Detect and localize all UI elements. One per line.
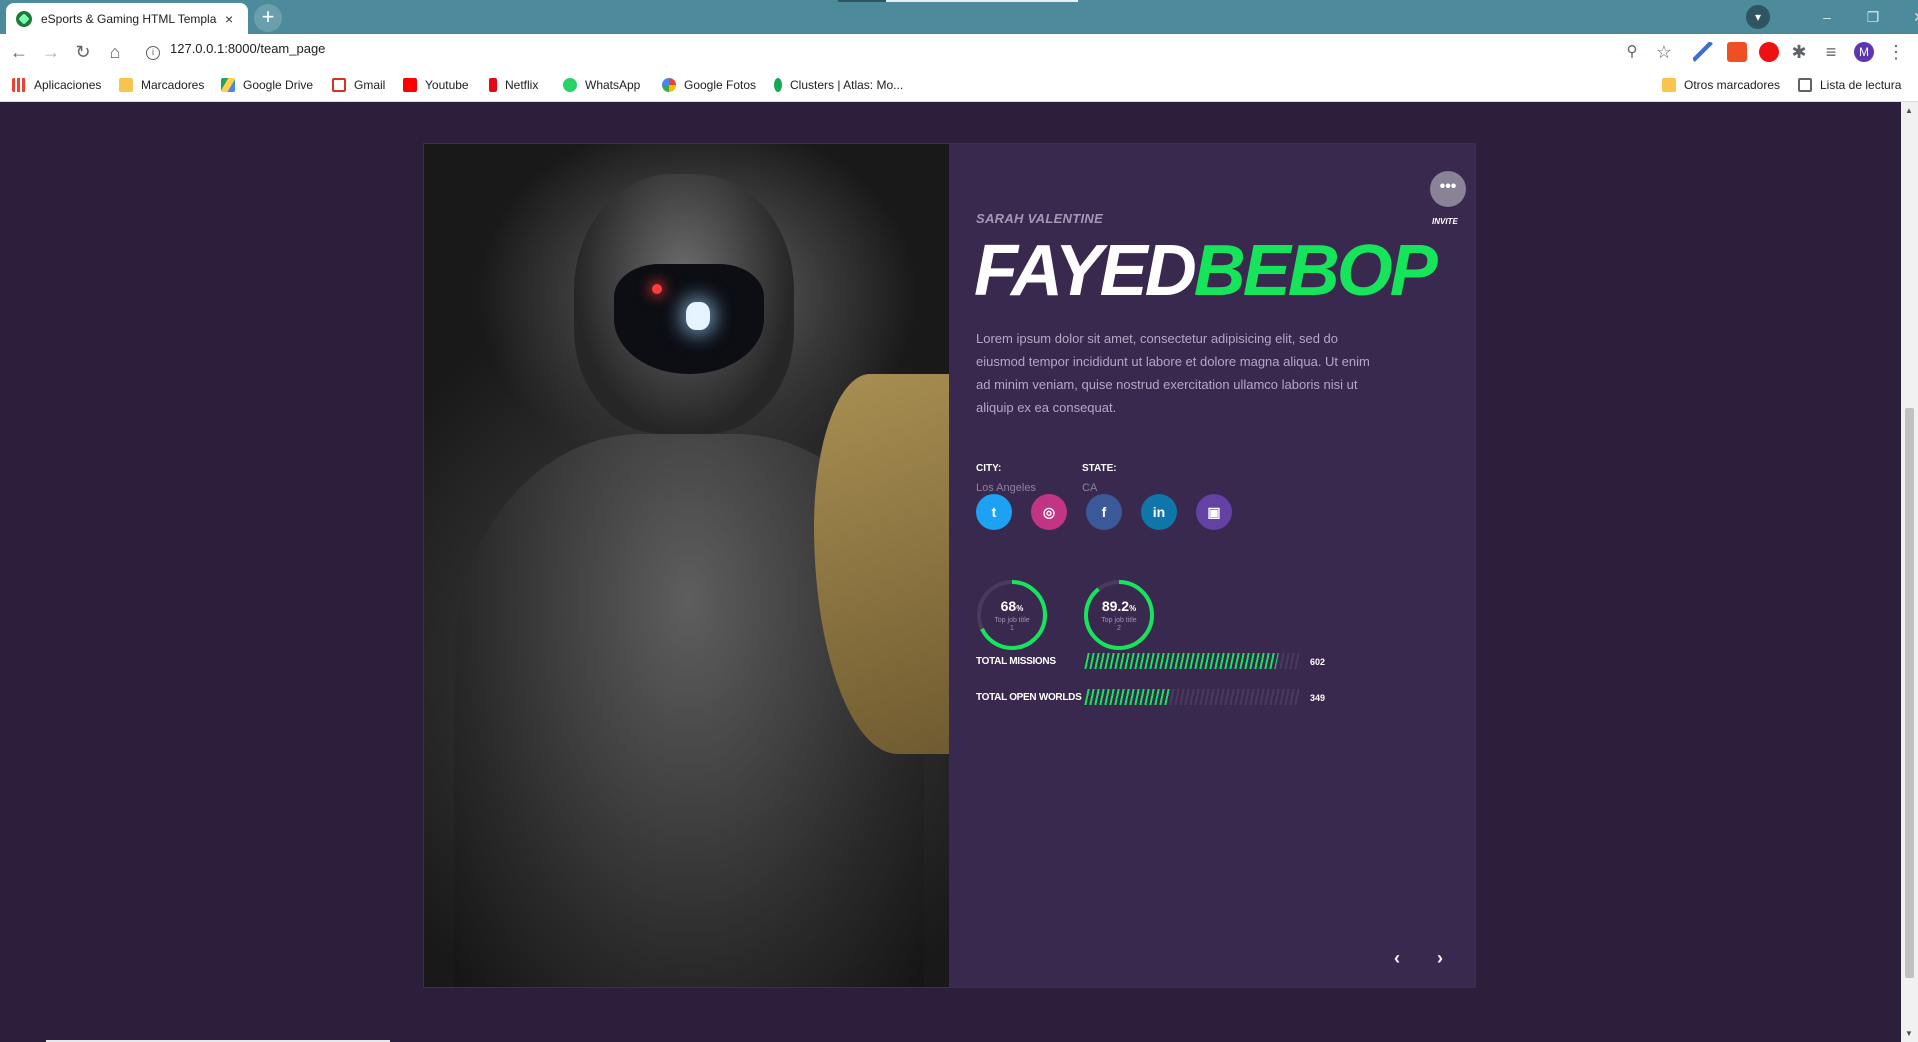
tab-close-icon[interactable]: ×: [225, 11, 233, 27]
player-card: ••• INVITE SARAH VALENTINE FAYEDBEBOP Lo…: [423, 143, 1476, 988]
gmail-icon: [332, 78, 346, 92]
twitch-icon[interactable]: ▣: [1196, 494, 1232, 530]
new-tab-button[interactable]: +: [254, 4, 282, 32]
browser-tab-bar: eSports & Gaming HTML Templa × + ▾ – ❐ ✕: [0, 0, 1918, 34]
reading-list-icon: [1798, 78, 1812, 92]
stat-missions-fill: [1084, 653, 1279, 669]
bookmark-apps[interactable]: Aplicaciones: [12, 78, 101, 92]
bookmark-reading-list[interactable]: Lista de lectura: [1798, 78, 1901, 92]
prev-arrow-button[interactable]: ‹: [1394, 948, 1400, 969]
ring-2-graphic: [1084, 580, 1154, 650]
bookmark-gmail[interactable]: Gmail: [332, 78, 385, 92]
scrollbar-thumb[interactable]: [1905, 408, 1914, 978]
back-arrow-icon[interactable]: ←: [9, 42, 29, 62]
page-scrollbar[interactable]: ▲ ▼: [1901, 102, 1918, 1042]
ring-1-value: 68%: [1000, 598, 1024, 614]
window-controls: ▾ – ❐ ✕: [1746, 0, 1918, 34]
bookmark-google-fotos[interactable]: Google Fotos: [662, 78, 756, 92]
netflix-icon: [489, 78, 497, 92]
bookmark-netflix[interactable]: Netflix: [489, 78, 538, 92]
stat-missions-label: TOTAL MISSIONS: [976, 656, 1056, 667]
invite-button[interactable]: •••: [1430, 171, 1466, 207]
profile-avatar[interactable]: M: [1854, 42, 1874, 62]
restore-button[interactable]: ❐: [1850, 9, 1896, 26]
bookmarks-bar: Aplicaciones Marcadores Google Drive Gma…: [0, 70, 1918, 102]
ring-2-value: 89.2%: [1101, 598, 1137, 614]
browser-tab[interactable]: eSports & Gaming HTML Templa ×: [6, 3, 248, 34]
ring-stat-2: 89.2% Top job title 2: [1082, 578, 1156, 652]
red-extension-icon[interactable]: [1727, 42, 1747, 62]
menu-kebab-icon[interactable]: ⋮: [1886, 42, 1906, 62]
address-bar[interactable]: i 127.0.0.1:8000/team_page: [146, 41, 325, 60]
ring-2-caption: Top job title 2: [1101, 617, 1137, 632]
close-window-button[interactable]: ✕: [1896, 9, 1918, 26]
folder-icon: [119, 78, 133, 92]
apps-grid-icon: [12, 78, 26, 92]
stat-worlds-value: 349: [1310, 693, 1326, 703]
player-real-name: SARAH VALENTINE: [976, 211, 1104, 226]
player-description: Lorem ipsum dolor sit amet, consectetur …: [976, 331, 1370, 415]
ring-stat-1: 68% Top job title 1: [975, 578, 1049, 652]
stat-worlds-label: TOTAL OPEN WORLDS: [976, 692, 1082, 703]
state-value: CA: [1082, 482, 1098, 494]
forward-arrow-icon[interactable]: →: [41, 42, 61, 62]
bookmark-google-drive[interactable]: Google Drive: [221, 78, 313, 92]
ring-1-graphic: [977, 580, 1047, 650]
tab-search-icon[interactable]: ▾: [1746, 5, 1770, 29]
url-text: 127.0.0.1:8000/team_page: [170, 41, 326, 56]
facebook-icon[interactable]: f: [1086, 494, 1122, 530]
youtube-icon: [403, 78, 417, 92]
gamertag-first: FAYED: [974, 231, 1197, 311]
extensions-puzzle-icon[interactable]: ✱: [1789, 42, 1809, 62]
drive-icon: [221, 78, 235, 92]
pen-extension-icon[interactable]: [1693, 42, 1713, 62]
city-label: CITY:: [976, 463, 1002, 474]
whatsapp-icon: [563, 78, 577, 92]
bookmark-atlas[interactable]: Clusters | Atlas: Mo...: [774, 78, 903, 92]
scroll-up-icon[interactable]: ▲: [1905, 106, 1913, 115]
ring-1-caption: Top job title 1: [994, 617, 1030, 632]
stat-worlds-bar: [1084, 689, 1300, 705]
invite-label: INVITE: [1432, 217, 1458, 226]
browser-toolbar: ← → ↻ ⌂ i 127.0.0.1:8000/team_page ⚲ ☆ ✱ …: [0, 34, 1918, 70]
robot-red-eye: [652, 284, 662, 294]
folder-icon: [1662, 78, 1676, 92]
reading-list-icon[interactable]: ≡: [1821, 42, 1841, 62]
reload-icon[interactable]: ↻: [73, 42, 93, 62]
zoom-icon[interactable]: ⚲: [1622, 42, 1642, 62]
linkedin-icon[interactable]: in: [1141, 494, 1177, 530]
instagram-icon[interactable]: ◎: [1031, 494, 1067, 530]
bookmark-whatsapp[interactable]: WhatsApp: [563, 78, 640, 92]
mongodb-leaf-icon: [774, 78, 782, 92]
site-info-icon[interactable]: i: [146, 46, 160, 60]
stat-missions-bar: [1084, 653, 1300, 669]
photos-icon: [662, 78, 676, 92]
stat-missions-value: 602: [1310, 657, 1326, 667]
home-icon[interactable]: ⌂: [105, 42, 125, 62]
next-arrow-button[interactable]: ›: [1437, 948, 1443, 969]
minimize-button[interactable]: –: [1804, 9, 1850, 25]
bookmark-otros[interactable]: Otros marcadores: [1662, 78, 1780, 92]
city-value: Los Angeles: [976, 482, 1036, 494]
scroll-down-icon[interactable]: ▼: [1905, 1029, 1913, 1038]
state-label: STATE:: [1082, 463, 1117, 474]
player-info-panel: ••• INVITE SARAH VALENTINE FAYEDBEBOP Lo…: [949, 144, 1476, 987]
player-photo: [424, 144, 949, 987]
shield-extension-icon[interactable]: [1759, 42, 1779, 62]
player-gamertag: FAYEDBEBOP: [974, 228, 1438, 314]
bookmark-youtube[interactable]: Youtube: [403, 78, 469, 92]
gamertag-last: BEBOP: [1193, 231, 1438, 311]
twitter-icon[interactable]: t: [976, 494, 1012, 530]
robot-lens: [686, 302, 710, 330]
stat-worlds-fill: [1084, 689, 1173, 705]
bookmark-marcadores[interactable]: Marcadores: [119, 78, 204, 92]
tab-title: eSports & Gaming HTML Templa: [41, 11, 217, 26]
tab-strip-indicator-dark: [838, 0, 886, 2]
bookmark-star-icon[interactable]: ☆: [1654, 42, 1674, 62]
site-favicon-icon: [16, 10, 32, 27]
